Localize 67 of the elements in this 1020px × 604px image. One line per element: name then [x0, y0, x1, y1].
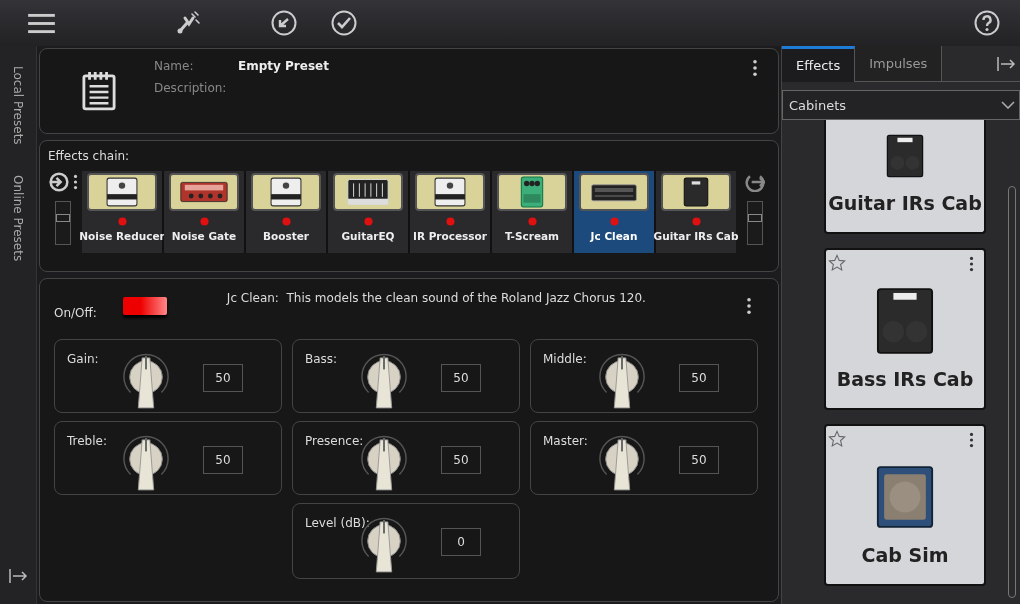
led-icon	[609, 217, 619, 226]
category-dropdown[interactable]: Cabinets	[782, 90, 1020, 120]
on-off-label: On/Off:	[54, 306, 97, 320]
led-icon	[445, 217, 455, 226]
menu-icon[interactable]	[28, 12, 55, 34]
led-icon	[363, 217, 373, 226]
more-icon[interactable]	[752, 59, 758, 77]
field-label: Description:	[154, 81, 228, 95]
value-field[interactable]: 50	[203, 446, 243, 474]
preset-name: Empty Preset	[238, 59, 329, 73]
value-field[interactable]: 50	[203, 364, 243, 392]
on-off-switch[interactable]	[122, 297, 167, 315]
field-label: Name:	[154, 59, 195, 73]
parameter-label: Middle:	[543, 352, 587, 366]
parameter-label: Treble:	[67, 434, 107, 448]
parameter-label: Bass:	[305, 352, 338, 366]
check-icon[interactable]	[331, 10, 357, 36]
volume-fader[interactable]	[55, 201, 71, 245]
star-icon[interactable]	[828, 254, 846, 272]
value-field[interactable]: 50	[441, 364, 481, 392]
effect-slot[interactable]: Guitar IRs Cab	[656, 171, 736, 253]
parameter-label: Master:	[543, 434, 588, 448]
value-field[interactable]: 50	[441, 446, 481, 474]
effect-slot[interactable]: T-Scream	[492, 171, 572, 253]
side-tab[interactable]: Online Presets	[11, 174, 25, 261]
volume-fader[interactable]	[747, 201, 763, 245]
effect-slot[interactable]: Booster	[246, 171, 326, 253]
more-icon[interactable]	[746, 297, 752, 315]
more-icon[interactable]	[72, 174, 78, 190]
side-tab[interactable]: Local Presets	[11, 66, 25, 145]
parameter-label: Gain:	[67, 352, 99, 366]
output-icon[interactable]	[745, 172, 765, 192]
library-tab[interactable]: Effects	[782, 46, 856, 82]
effect-card[interactable]: Cab Sim	[824, 424, 986, 586]
tuning-fork-icon[interactable]	[175, 10, 201, 36]
library-tab[interactable]: Impulses	[855, 46, 943, 82]
led-icon	[527, 217, 537, 226]
cabinet-icon	[876, 286, 934, 356]
parameter-label: Level (dB):	[305, 516, 370, 530]
value-field[interactable]: 50	[679, 446, 719, 474]
input-icon[interactable]	[48, 172, 69, 192]
expand-icon[interactable]	[8, 568, 28, 584]
effect-slot[interactable]: Jc Clean	[574, 171, 654, 253]
effect-slot[interactable]: Noise Gate	[164, 171, 244, 253]
value-field[interactable]: 0	[441, 528, 481, 556]
notepad-icon	[82, 71, 116, 111]
more-icon[interactable]	[969, 256, 974, 272]
help-icon[interactable]	[974, 10, 1000, 36]
chain-title: Effects chain:	[48, 149, 131, 163]
led-icon	[691, 217, 701, 226]
effect-card[interactable]: Bass IRs Cab	[824, 248, 986, 410]
parameter-label: Presence:	[305, 434, 364, 448]
led-icon	[199, 217, 209, 226]
star-icon[interactable]	[828, 430, 846, 448]
effect-card[interactable]: Guitar IRs Cab	[824, 120, 986, 234]
chevron-down-icon	[1001, 101, 1015, 109]
effect-slot[interactable]: IR Processor	[410, 171, 490, 253]
equalizer-icon	[344, 176, 392, 208]
more-icon[interactable]	[969, 432, 974, 448]
effect-slot[interactable]: Noise Reducer	[82, 171, 162, 253]
led-icon	[117, 217, 127, 226]
collapse-icon[interactable]	[996, 55, 1016, 72]
undo-icon[interactable]	[271, 10, 297, 36]
led-icon	[281, 217, 291, 226]
effect-slot[interactable]: GuitarEQ	[328, 171, 408, 253]
value-field[interactable]: 50	[679, 364, 719, 392]
effect-description: Jc Clean: This models the clean sound of the Roland Jazz Chorus 120.	[226, 291, 646, 305]
